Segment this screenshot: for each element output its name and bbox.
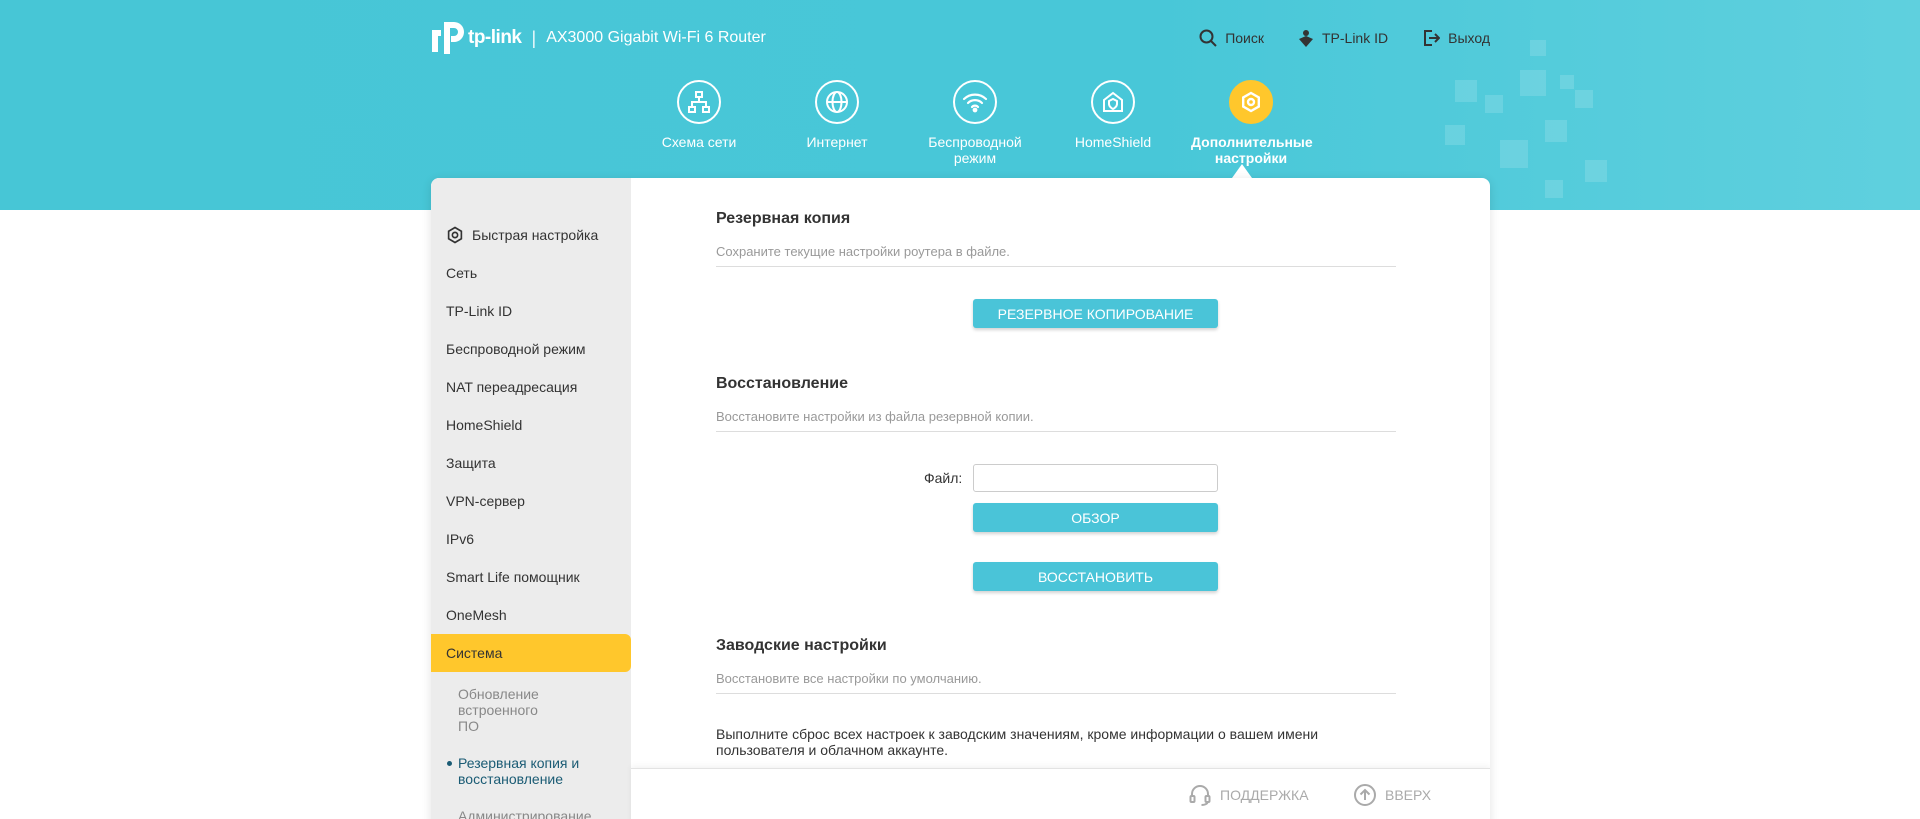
nav-network-map[interactable]: Схема сети — [630, 80, 768, 166]
factory-description: Восстановите все настройки по умолчанию. — [716, 671, 1396, 694]
router-model: AX3000 Gigabit Wi-Fi 6 Router — [546, 29, 766, 46]
search-button[interactable]: Поиск — [1199, 29, 1264, 47]
sidebar-item-label: IPv6 — [446, 531, 475, 547]
sidebar-item-wireless[interactable]: Беспроводной режим — [431, 330, 631, 368]
search-icon — [1199, 29, 1217, 47]
support-label: ПОДДЕРЖКА — [1220, 787, 1309, 803]
logout-icon — [1424, 30, 1441, 46]
sidebar-item-ipv6[interactable]: IPv6 — [431, 520, 631, 558]
backup-section: Резервная копия Сохраните текущие настро… — [716, 210, 1396, 267]
current-item-dot — [447, 761, 452, 766]
restore-section: Восстановление Восстановите настройки из… — [716, 375, 1396, 432]
sidebar-item-onemesh[interactable]: OneMesh — [431, 596, 631, 634]
advanced-settings-icon — [1229, 80, 1273, 124]
nav-internet-label: Интернет — [806, 134, 868, 150]
sidebar-item-label: VPN-сервер — [446, 493, 525, 509]
nav-internet[interactable]: Интернет — [768, 80, 906, 166]
sidebar-item-network[interactable]: Сеть — [431, 254, 631, 292]
factory-note: Выполните сброс всех настроек к заводски… — [716, 726, 1319, 758]
nav-homeshield[interactable]: HomeShield — [1044, 80, 1182, 166]
sidebar-item-label: HomeShield — [446, 417, 523, 433]
sidebar-item-label: TP-Link ID — [446, 303, 513, 319]
backup-title: Резервная копия — [716, 210, 851, 227]
restore-button[interactable]: ВОССТАНОВИТЬ — [973, 562, 1218, 591]
restore-title: Восстановление — [716, 375, 848, 392]
tplink-logo[interactable]: tp-link — [430, 20, 522, 56]
file-label: Файл: — [924, 470, 963, 486]
active-nav-caret — [1232, 164, 1252, 178]
sidebar-item-nat[interactable]: NAT переадресация — [431, 368, 631, 406]
globe-icon — [815, 80, 859, 124]
submenu-administration[interactable]: Администрирование — [431, 808, 621, 819]
tplink-logo-icon — [432, 22, 464, 54]
logout-button[interactable]: Выход — [1422, 29, 1490, 47]
sidebar-item-tplink-id[interactable]: TP-Link ID — [431, 292, 631, 330]
file-input[interactable] — [973, 464, 1218, 492]
backup-description: Сохраните текущие настройки роутера в фа… — [716, 244, 1396, 267]
submenu-backup-restore[interactable]: Резервная копия и восстановление — [431, 755, 581, 787]
sidebar-item-security[interactable]: Защита — [431, 444, 631, 482]
sidebar-item-label: Smart Life помощник — [446, 569, 580, 585]
page-footer: ПОДДЕРЖКА ВВЕРХ — [631, 768, 1490, 819]
main-panel: Быстрая настройка Сеть TP-Link ID Беспро… — [431, 178, 1490, 819]
support-button[interactable]: ПОДДЕРЖКА — [1188, 783, 1309, 807]
headset-icon — [1189, 785, 1211, 806]
search-label: Поиск — [1225, 30, 1264, 46]
header-actions: Поиск TP-Link ID Выход — [1199, 29, 1490, 47]
top-label: ВВЕРХ — [1385, 787, 1432, 803]
factory-title: Заводские настройки — [716, 637, 887, 654]
back-to-top-button[interactable]: ВВЕРХ — [1353, 783, 1431, 807]
sidebar-item-system[interactable]: Система — [431, 634, 631, 672]
logo-text: tp-link — [468, 27, 522, 48]
arrow-up-circle-icon — [1354, 784, 1376, 806]
submenu-label: Резервная копия и восстановление — [458, 755, 580, 787]
nav-advanced-label: Дополнительные настройки — [1191, 134, 1313, 166]
sidebar-item-vpn[interactable]: VPN-сервер — [431, 482, 631, 520]
submenu-label: Обновление встроенного ПО — [458, 686, 539, 734]
tplink-id-icon — [1298, 30, 1313, 47]
quick-setup-icon — [446, 226, 464, 244]
nav-wireless-label: Беспроводной режим — [928, 134, 1022, 166]
logout-label: Выход — [1448, 30, 1490, 46]
nav-network-map-label: Схема сети — [661, 134, 737, 150]
sidebar-item-label: Сеть — [446, 265, 478, 281]
restore-description: Восстановите настройки из файла резервно… — [716, 409, 1396, 432]
sidebar-item-smart-life[interactable]: Smart Life помощник — [431, 558, 631, 596]
browse-button[interactable]: ОБЗОР — [973, 503, 1218, 532]
logo-separator: | — [531, 27, 537, 48]
network-map-icon — [677, 80, 721, 124]
submenu-label: Администрирование — [458, 808, 592, 819]
wifi-icon — [953, 80, 997, 124]
system-submenu: Обновление встроенного ПО Резервная копи… — [431, 672, 631, 819]
sidebar-item-homeshield[interactable]: HomeShield — [431, 406, 631, 444]
nav-homeshield-label: HomeShield — [1074, 134, 1152, 150]
main-nav: Схема сети Интернет Беспроводной режим H… — [630, 80, 1320, 166]
factory-section: Заводские настройки Восстановите все нас… — [716, 637, 1396, 694]
sidebar-item-label: OneMesh — [446, 607, 507, 623]
submenu-firmware-update[interactable]: Обновление встроенного ПО — [431, 686, 541, 734]
backup-button[interactable]: РЕЗЕРВНОЕ КОПИРОВАНИЕ — [973, 299, 1218, 328]
tplink-id-button[interactable]: TP-Link ID — [1298, 29, 1388, 47]
nav-wireless[interactable]: Беспроводной режим — [906, 80, 1044, 166]
sidebar-item-quick-setup[interactable]: Быстрая настройка — [431, 216, 631, 254]
sidebar-item-label: Защита — [446, 455, 496, 471]
sidebar: Быстрая настройка Сеть TP-Link ID Беспро… — [431, 178, 631, 819]
sidebar-item-label: Беспроводной режим — [446, 341, 586, 357]
homeshield-icon — [1091, 80, 1135, 124]
tplink-id-label: TP-Link ID — [1321, 30, 1389, 46]
sidebar-item-label: Система — [446, 645, 503, 661]
sidebar-item-label: Быстрая настройка — [472, 227, 599, 243]
nav-advanced[interactable]: Дополнительные настройки — [1182, 80, 1320, 166]
sidebar-item-label: NAT переадресация — [446, 379, 578, 395]
top-header: tp-link | AX3000 Gigabit Wi-Fi 6 Router … — [430, 18, 1490, 58]
